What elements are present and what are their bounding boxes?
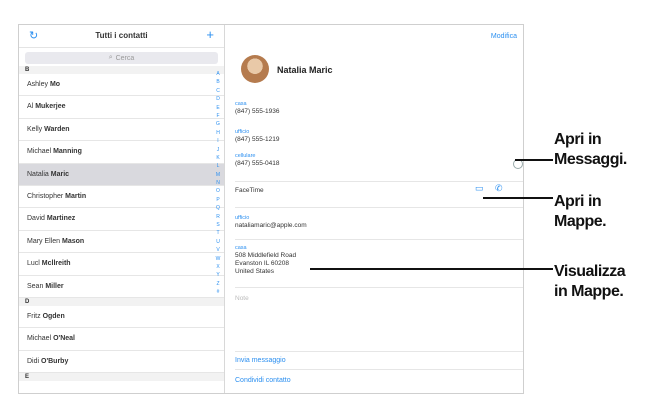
- index-letter[interactable]: D: [216, 96, 220, 102]
- send-message-link[interactable]: Invia messaggio: [235, 357, 286, 364]
- index-letter[interactable]: J: [217, 147, 220, 153]
- search-input[interactable]: ⌕ Cerca: [25, 52, 218, 64]
- divider: [235, 181, 523, 182]
- field-label: cellulare: [235, 153, 256, 159]
- section-header: E: [19, 373, 224, 382]
- list-item[interactable]: Didi O'Burby: [19, 351, 224, 374]
- callout-open-messages: Apri in Messaggi.: [554, 131, 627, 168]
- divider: [235, 239, 523, 240]
- sidebar-title: Tutti i contatti: [95, 31, 148, 40]
- field-value: (847) 555-0418: [235, 160, 280, 167]
- divider: [235, 351, 523, 352]
- email-field[interactable]: ufficio nataliamaric@apple.com: [235, 215, 307, 230]
- divider: [235, 369, 523, 370]
- index-letter[interactable]: C: [216, 88, 220, 94]
- list-item[interactable]: Michael O'Neal: [19, 328, 224, 351]
- callout-line-maps: [483, 197, 553, 199]
- facetime-label: FaceTime: [235, 187, 264, 194]
- field-label: ufficio: [235, 215, 250, 221]
- list-item[interactable]: Christopher Martin: [19, 186, 224, 209]
- list-item[interactable]: Fritz Ogden: [19, 306, 224, 329]
- section-header: B: [19, 66, 224, 74]
- phone-field-work[interactable]: ufficio (847) 555-1219: [235, 129, 279, 144]
- add-contact-icon[interactable]: +: [206, 27, 214, 42]
- index-letter[interactable]: Z: [216, 281, 219, 287]
- callout-line-view-maps: [310, 268, 553, 270]
- list-item[interactable]: David Martinez: [19, 208, 224, 231]
- contacts-sidebar: ↻ Tutti i contatti + ⌕ Cerca B Ashley Mo…: [19, 25, 225, 393]
- divider: [235, 287, 523, 288]
- index-letter[interactable]: R: [216, 214, 220, 220]
- share-contact-link[interactable]: Condividi contatto: [235, 377, 291, 384]
- alphabet-index[interactable]: A B C D E F G H I J K L M N O P Q R S T U V W X Y Z #: [214, 71, 222, 295]
- callout-view-in-maps: Visualizza in Mappe.: [554, 263, 626, 300]
- search-icon: ⌕: [108, 54, 113, 61]
- index-letter[interactable]: M: [216, 172, 220, 178]
- sidebar-header: ↻ Tutti i contatti +: [19, 25, 224, 48]
- list-item[interactable]: Mary Ellen Mason: [19, 231, 224, 254]
- notes-label: Note: [235, 295, 249, 302]
- field-label: casa: [235, 101, 247, 107]
- index-letter[interactable]: A: [216, 71, 219, 77]
- callout-line-messages: [515, 159, 553, 161]
- field-value: (847) 555-1219: [235, 136, 280, 143]
- index-letter[interactable]: H: [216, 130, 220, 136]
- section-header: D: [19, 297, 224, 306]
- index-letter[interactable]: O: [216, 188, 220, 194]
- index-letter[interactable]: L: [217, 163, 220, 169]
- avatar: [241, 55, 269, 83]
- field-label: casa: [235, 245, 247, 251]
- list-item[interactable]: Ashley Mo: [19, 74, 224, 97]
- index-letter[interactable]: Q: [216, 205, 220, 211]
- contact-name: Natalia Maric: [277, 65, 333, 75]
- list-item[interactable]: Lucl Mcllreith: [19, 253, 224, 276]
- callout-open-maps: Apri in Mappe.: [554, 193, 607, 230]
- index-letter[interactable]: B: [216, 79, 219, 85]
- video-camera-icon[interactable]: ▭: [475, 183, 484, 194]
- index-letter[interactable]: W: [216, 256, 221, 262]
- search-placeholder: Cerca: [115, 54, 135, 62]
- list-item-selected[interactable]: Natalia Maric: [19, 163, 224, 186]
- divider: [235, 207, 523, 208]
- field-value: nataliamaric@apple.com: [235, 222, 307, 229]
- index-letter[interactable]: I: [217, 138, 218, 144]
- index-letter[interactable]: V: [216, 247, 219, 253]
- contact-detail: Modifica Natalia Maric casa (847) 555-19…: [225, 25, 523, 393]
- index-letter[interactable]: U: [216, 239, 220, 245]
- contacts-window: ↻ Tutti i contatti + ⌕ Cerca B Ashley Mo…: [18, 24, 524, 394]
- facetime-row[interactable]: FaceTime: [235, 187, 264, 195]
- index-letter[interactable]: P: [216, 197, 219, 203]
- phone-field-home[interactable]: casa (847) 555-1936: [235, 101, 279, 116]
- list-item[interactable]: Kelly Warden: [19, 119, 224, 142]
- list-item[interactable]: Sean Miller: [19, 276, 224, 298]
- phone-field-mobile[interactable]: cellulare (847) 555-0418: [235, 153, 279, 168]
- edit-button[interactable]: Modifica: [491, 33, 517, 40]
- notes-field[interactable]: Note: [235, 295, 249, 303]
- index-letter[interactable]: X: [216, 264, 219, 270]
- index-letter[interactable]: Y: [216, 272, 219, 278]
- index-letter[interactable]: F: [216, 113, 219, 119]
- phone-icon[interactable]: ✆: [495, 183, 503, 194]
- index-letter[interactable]: T: [216, 230, 219, 236]
- index-letter[interactable]: K: [216, 155, 219, 161]
- index-letter[interactable]: G: [216, 121, 220, 127]
- field-label: ufficio: [235, 129, 250, 135]
- address-line-2: Evanston IL 60208: [235, 260, 289, 267]
- index-letter[interactable]: N: [216, 180, 220, 186]
- address-line-3: United States: [235, 268, 275, 275]
- list-item[interactable]: Michael Manning: [19, 141, 224, 164]
- field-value: (847) 555-1936: [235, 108, 280, 115]
- index-letter[interactable]: S: [216, 222, 219, 228]
- index-letter[interactable]: E: [216, 105, 219, 111]
- index-letter[interactable]: #: [217, 289, 220, 295]
- address-field[interactable]: casa 508 Middlefield Road Evanston IL 60…: [235, 245, 296, 276]
- address-line-1: 508 Middlefield Road: [235, 252, 297, 259]
- list-item[interactable]: Al Mukerjee: [19, 96, 224, 119]
